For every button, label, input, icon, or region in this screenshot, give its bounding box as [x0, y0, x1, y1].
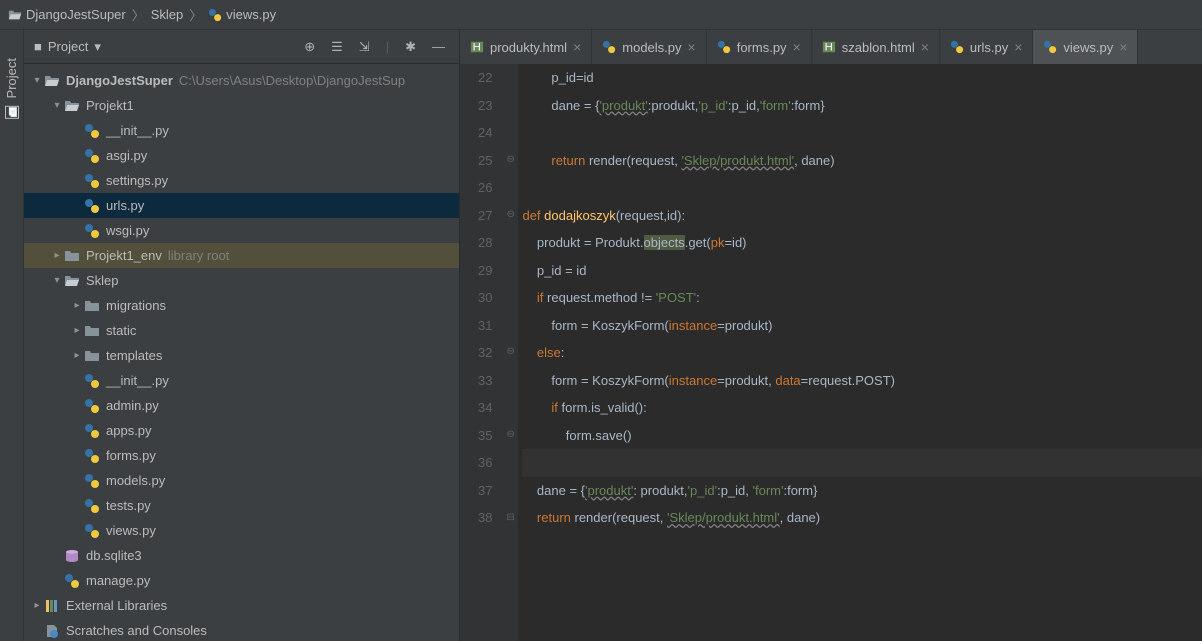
close-icon[interactable]: ×: [1119, 40, 1127, 54]
breadcrumb: DjangoJestSuper 〉 Sklep 〉 views.py: [0, 0, 1202, 30]
tree-folder-projekt1[interactable]: ▾Projekt1: [24, 93, 459, 118]
gear-icon[interactable]: ✱: [401, 39, 420, 55]
project-tool-button[interactable]: 📄 Project: [4, 58, 19, 119]
tree-file[interactable]: __init__.py: [24, 368, 459, 393]
breadcrumb-sep: 〉: [132, 5, 145, 24]
sidebar-title[interactable]: ■ Project ▾: [34, 39, 101, 55]
tab-produkty-html[interactable]: produkty.html×: [460, 30, 592, 64]
close-icon[interactable]: ×: [793, 40, 801, 54]
fold-column[interactable]: ⊖ ⊖ ⊖ ⊖ ⊟: [504, 64, 518, 641]
tab-urls-py[interactable]: urls.py×: [940, 30, 1033, 64]
tree-file[interactable]: views.py: [24, 518, 459, 543]
tree-file[interactable]: forms.py: [24, 443, 459, 468]
tree-folder-env[interactable]: ▸Projekt1_envlibrary root: [24, 243, 459, 268]
tree-file-selected[interactable]: urls.py: [24, 193, 459, 218]
tab-views-py[interactable]: views.py×: [1033, 30, 1138, 64]
tab-szablon-html[interactable]: szablon.html×: [812, 30, 940, 64]
editor-tabs: produkty.html×models.py×forms.py×szablon…: [460, 30, 1202, 64]
tree-file[interactable]: asgi.py: [24, 143, 459, 168]
tree-file[interactable]: settings.py: [24, 168, 459, 193]
project-tree[interactable]: ▾DjangoJestSuperC:\Users\Asus\Desktop\Dj…: [24, 64, 459, 641]
tree-file[interactable]: tests.py: [24, 493, 459, 518]
close-icon[interactable]: ×: [688, 40, 696, 54]
close-icon[interactable]: ×: [1014, 40, 1022, 54]
breadcrumb-folder[interactable]: Sklep: [151, 7, 184, 22]
close-icon[interactable]: ×: [573, 40, 581, 54]
breadcrumb-file[interactable]: views.py: [208, 7, 276, 22]
tree-folder-sklep[interactable]: ▾Sklep: [24, 268, 459, 293]
code-lines[interactable]: p_id=id dane = {'produkt':produkt,'p_id'…: [518, 64, 1202, 641]
breadcrumb-sep: 〉: [189, 5, 202, 24]
sidebar-header: ■ Project ▾ ⊕ ☰ ⇲ | ✱ —: [24, 30, 459, 64]
tree-file[interactable]: models.py: [24, 468, 459, 493]
select-opened-icon[interactable]: ⊕: [300, 39, 319, 55]
tab-forms-py[interactable]: forms.py×: [707, 30, 812, 64]
tree-scratches[interactable]: Scratches and Consoles: [24, 618, 459, 641]
gutter: 2223242526272829303132333435363738: [460, 64, 504, 641]
breadcrumb-root[interactable]: DjangoJestSuper: [8, 7, 126, 22]
tree-folder[interactable]: ▸static: [24, 318, 459, 343]
tree-file[interactable]: manage.py: [24, 568, 459, 593]
collapse-all-icon[interactable]: ⇲: [355, 39, 374, 55]
tree-file[interactable]: wsgi.py: [24, 218, 459, 243]
project-sidebar: ■ Project ▾ ⊕ ☰ ⇲ | ✱ — ▾DjangoJestSuper…: [24, 30, 460, 641]
tab-models-py[interactable]: models.py×: [592, 30, 706, 64]
expand-all-icon[interactable]: ☰: [327, 39, 347, 55]
hide-icon[interactable]: —: [428, 39, 449, 54]
tree-root[interactable]: ▾DjangoJestSuperC:\Users\Asus\Desktop\Dj…: [24, 68, 459, 93]
code-area[interactable]: 2223242526272829303132333435363738 ⊖ ⊖ ⊖…: [460, 64, 1202, 641]
tree-external-libraries[interactable]: ▸External Libraries: [24, 593, 459, 618]
tree-file-db[interactable]: db.sqlite3: [24, 543, 459, 568]
tool-window-stripe: 📄 Project: [0, 30, 24, 641]
tree-folder[interactable]: ▸migrations: [24, 293, 459, 318]
editor: produkty.html×models.py×forms.py×szablon…: [460, 30, 1202, 641]
close-icon[interactable]: ×: [921, 40, 929, 54]
tree-folder[interactable]: ▸templates: [24, 343, 459, 368]
tree-file[interactable]: apps.py: [24, 418, 459, 443]
tree-file[interactable]: __init__.py: [24, 118, 459, 143]
tree-file[interactable]: admin.py: [24, 393, 459, 418]
